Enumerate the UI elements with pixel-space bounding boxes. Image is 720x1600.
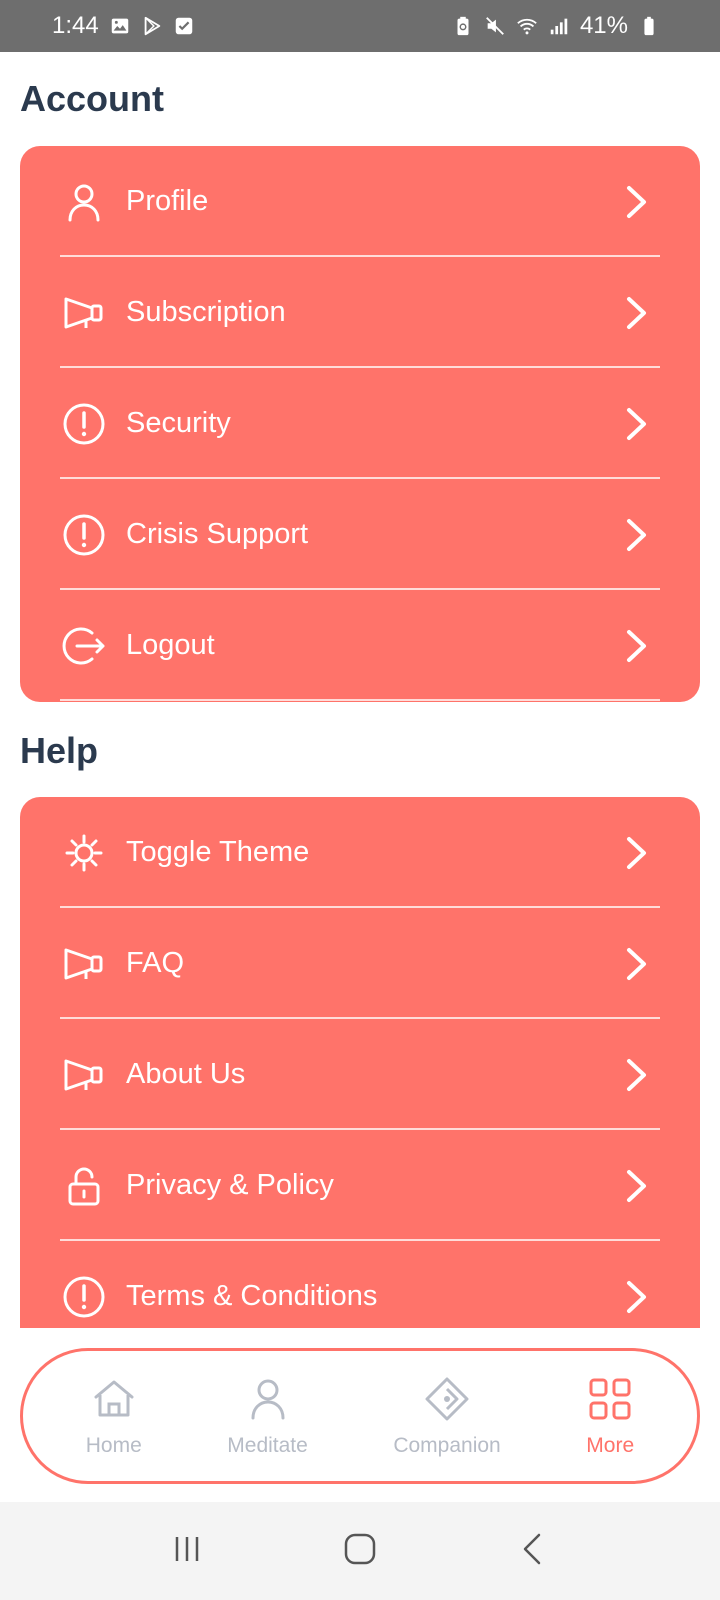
battery-icon bbox=[638, 15, 660, 37]
row-label: Logout bbox=[126, 629, 215, 661]
account-title: Account bbox=[20, 78, 164, 119]
row-label: Subscription bbox=[126, 296, 286, 328]
nav-label: Companion bbox=[393, 1433, 501, 1457]
chevron-right-icon bbox=[624, 1169, 650, 1203]
row-label: Privacy & Policy bbox=[126, 1169, 334, 1201]
chevron-right-icon bbox=[624, 1058, 650, 1092]
sun-icon bbox=[60, 829, 108, 877]
chevron-right-icon bbox=[624, 947, 650, 981]
back-icon[interactable] bbox=[513, 1529, 553, 1574]
status-time: 1:44 bbox=[52, 12, 99, 39]
nav-meditate[interactable]: Meditate bbox=[227, 1375, 308, 1458]
help-row-privacy-policy[interactable]: Privacy & Policy bbox=[20, 1130, 700, 1241]
battery-percent: 41% bbox=[579, 12, 628, 39]
user-icon bbox=[244, 1375, 292, 1428]
mute-icon bbox=[484, 15, 506, 37]
help-title: Help bbox=[20, 730, 99, 771]
account-card: Profile Subscription Security Crisis Sup… bbox=[20, 146, 700, 702]
account-row-security[interactable]: Security bbox=[20, 368, 700, 479]
nav-label: Home bbox=[85, 1433, 142, 1457]
status-left: 1:44 bbox=[52, 12, 195, 40]
megaphone-icon bbox=[60, 289, 108, 337]
row-label: Crisis Support bbox=[126, 518, 309, 550]
diamond-icon bbox=[423, 1375, 471, 1428]
help-row-toggle-theme[interactable]: Toggle Theme bbox=[20, 797, 700, 908]
chevron-right-icon bbox=[624, 629, 650, 663]
account-row-crisis-support[interactable]: Crisis Support bbox=[20, 479, 700, 590]
nav-label: Meditate bbox=[227, 1433, 308, 1457]
account-row-logout[interactable]: Logout bbox=[20, 590, 700, 701]
signal-icon bbox=[548, 15, 570, 37]
nav-companion[interactable]: Companion bbox=[393, 1375, 501, 1458]
bottom-nav: Home Meditate Companion More bbox=[20, 1348, 700, 1484]
home-button-icon[interactable] bbox=[340, 1529, 380, 1574]
recent-apps-icon[interactable] bbox=[167, 1529, 207, 1574]
chevron-right-icon bbox=[624, 296, 650, 330]
chevron-right-icon bbox=[624, 836, 650, 870]
row-label: Toggle Theme bbox=[126, 836, 310, 868]
row-label: FAQ bbox=[126, 947, 185, 979]
nav-home[interactable]: Home bbox=[86, 1375, 142, 1458]
unlock-icon bbox=[60, 1162, 108, 1210]
account-row-profile[interactable]: Profile bbox=[20, 146, 700, 257]
row-label: Security bbox=[126, 407, 231, 439]
status-right: 41% bbox=[452, 12, 660, 40]
megaphone-icon bbox=[60, 940, 108, 988]
alert-circle-icon bbox=[60, 511, 108, 559]
checkbox-icon bbox=[173, 15, 195, 37]
help-card: Toggle Theme FAQ About Us Privacy & Poli… bbox=[20, 797, 700, 1328]
row-label: Profile bbox=[126, 185, 209, 217]
grid-icon bbox=[586, 1375, 634, 1428]
logout-icon bbox=[60, 622, 108, 670]
nav-more[interactable]: More bbox=[586, 1375, 634, 1458]
chevron-right-icon bbox=[624, 185, 650, 219]
chevron-right-icon bbox=[624, 407, 650, 441]
status-bar: 1:44 41% bbox=[0, 0, 720, 52]
row-label: Terms & Conditions bbox=[126, 1280, 378, 1312]
help-row-terms-conditions[interactable]: Terms & Conditions bbox=[20, 1241, 700, 1328]
account-row-subscription[interactable]: Subscription bbox=[20, 257, 700, 368]
nav-label: More bbox=[586, 1433, 635, 1457]
gallery-icon bbox=[109, 15, 131, 37]
play-store-icon bbox=[141, 15, 163, 37]
alert-circle-icon bbox=[60, 1273, 108, 1321]
home-icon bbox=[90, 1375, 138, 1428]
wifi-icon bbox=[516, 15, 538, 37]
megaphone-icon bbox=[60, 1051, 108, 1099]
user-icon bbox=[60, 178, 108, 226]
battery-saver-icon bbox=[452, 15, 474, 37]
alert-circle-icon bbox=[60, 400, 108, 448]
row-label: About Us bbox=[126, 1058, 246, 1090]
chevron-right-icon bbox=[624, 518, 650, 552]
system-nav-bar bbox=[0, 1502, 720, 1600]
chevron-right-icon bbox=[624, 1280, 650, 1314]
help-row-about-us[interactable]: About Us bbox=[20, 1019, 700, 1130]
help-row-faq[interactable]: FAQ bbox=[20, 908, 700, 1019]
